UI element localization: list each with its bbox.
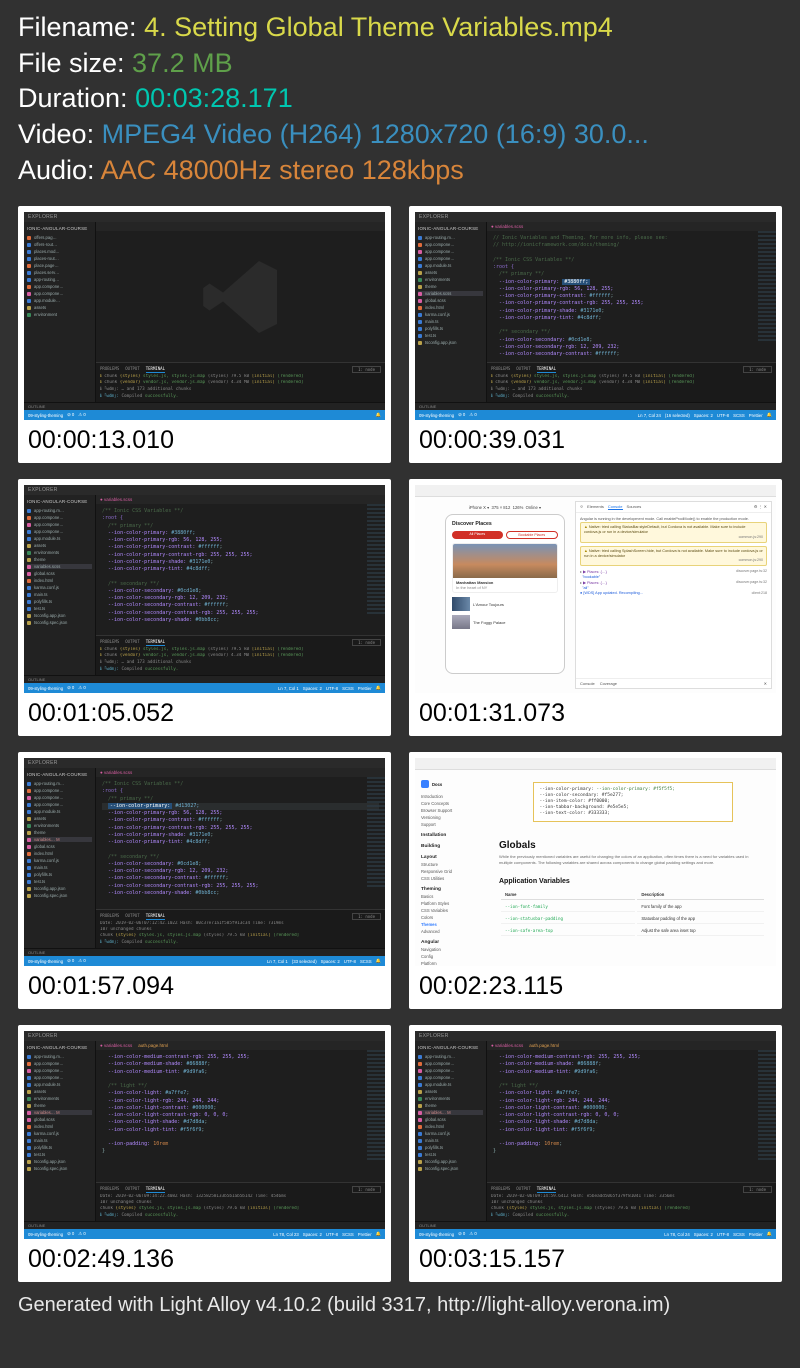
meta-filesize-row: File size: 37.2 MB [18, 46, 782, 82]
meta-filesize-value: 37.2 MB [132, 48, 233, 78]
timestamp-1: 00:00:13.010 [24, 420, 385, 457]
meta-duration-label: Duration: [18, 83, 135, 113]
screenshot-6: Docs Introduction Core Concepts Browser … [415, 758, 776, 966]
thumb-1: IONIC-ANGULAR-COURSE offers.pag… offers-… [18, 206, 391, 463]
screenshot-4: iPhone X ▾ 375 × 812 126% Online ▾ Disco… [415, 485, 776, 693]
screenshot-5: IONIC-ANGULAR-COURSE app-routing.m… app.… [24, 758, 385, 966]
meta-video-row: Video: MPEG4 Video (H264) 1280x720 (16:9… [18, 117, 782, 153]
file-metadata: Filename: 4. Setting Global Theme Variab… [0, 0, 800, 192]
timestamp-2: 00:00:39.031 [415, 420, 776, 457]
meta-audio-row: Audio: AAC 48000Hz stereo 128kbps [18, 153, 782, 189]
timestamp-8: 00:03:15.157 [415, 1239, 776, 1276]
vscode-logo-icon [196, 252, 286, 342]
thumbnail-grid: IONIC-ANGULAR-COURSE offers.pag… offers-… [0, 192, 800, 1282]
screenshot-8: IONIC-ANGULAR-COURSE app-routing.m… app.… [415, 1031, 776, 1239]
screenshot-1: IONIC-ANGULAR-COURSE offers.pag… offers-… [24, 212, 385, 420]
meta-filename-value: 4. Setting Global Theme Variables.mp4 [144, 12, 613, 42]
timestamp-7: 00:02:49.136 [24, 1239, 385, 1276]
meta-filename-row: Filename: 4. Setting Global Theme Variab… [18, 10, 782, 46]
thumb-7: IONIC-ANGULAR-COURSE app-routing.m… app.… [18, 1025, 391, 1282]
screenshot-3: IONIC-ANGULAR-COURSE app-routing.m… app.… [24, 485, 385, 693]
thumb-5: IONIC-ANGULAR-COURSE app-routing.m… app.… [18, 752, 391, 1009]
timestamp-3: 00:01:05.052 [24, 693, 385, 730]
timestamp-5: 00:01:57.094 [24, 966, 385, 1003]
timestamp-6: 00:02:23.115 [415, 966, 776, 1003]
meta-filesize-label: File size: [18, 48, 132, 78]
thumb-8: IONIC-ANGULAR-COURSE app-routing.m… app.… [409, 1025, 782, 1282]
timestamp-4: 00:01:31.073 [415, 693, 776, 730]
meta-filename-label: Filename: [18, 12, 144, 42]
screenshot-7: IONIC-ANGULAR-COURSE app-routing.m… app.… [24, 1031, 385, 1239]
thumb-2: IONIC-ANGULAR-COURSE app-routing.m… app.… [409, 206, 782, 463]
meta-audio-label: Audio: [18, 155, 101, 185]
meta-duration-row: Duration: 00:03:28.171 [18, 81, 782, 117]
phone-preview: Discover Places All Places Bookable Plac… [445, 514, 565, 674]
generator-footer: Generated with Light Alloy v4.10.2 (buil… [0, 1282, 800, 1317]
thumb-3: IONIC-ANGULAR-COURSE app-routing.m… app.… [18, 479, 391, 736]
meta-video-value: MPEG4 Video (H264) 1280x720 (16:9) 30.0.… [102, 119, 649, 149]
screenshot-2: IONIC-ANGULAR-COURSE app-routing.m… app.… [415, 212, 776, 420]
thumb-4: iPhone X ▾ 375 × 812 126% Online ▾ Disco… [409, 479, 782, 736]
meta-audio-value: AAC 48000Hz stereo 128kbps [101, 155, 464, 185]
meta-duration-value: 00:03:28.171 [135, 83, 293, 113]
thumb-6: Docs Introduction Core Concepts Browser … [409, 752, 782, 1009]
meta-video-label: Video: [18, 119, 102, 149]
